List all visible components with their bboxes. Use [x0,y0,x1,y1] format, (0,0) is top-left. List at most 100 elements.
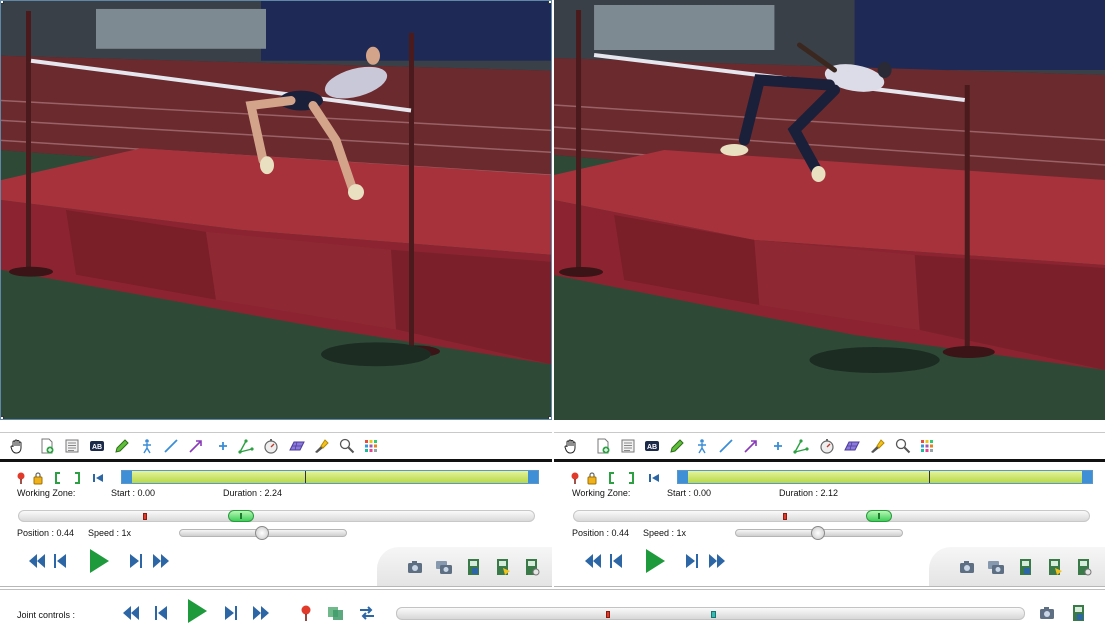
set-marker-pin-icon[interactable] [568,471,582,485]
left-player-controls: Working Zone: Start : 0.00 Duration : 2.… [0,462,552,587]
hand-icon[interactable] [562,437,580,455]
angle-icon[interactable] [792,437,810,455]
sync-marker [143,513,147,520]
last-frame-button[interactable] [152,548,170,574]
sync-marker-pin-icon[interactable] [299,602,313,624]
notes-icon[interactable] [63,437,81,455]
export-paused-video-icon[interactable] [523,558,541,576]
export-slideshow-icon[interactable] [494,558,512,576]
swap-players-icon[interactable] [358,602,376,624]
joint-play-button[interactable] [186,599,208,623]
save-video-icon[interactable] [465,558,483,576]
magnifier-icon[interactable] [338,437,356,455]
working-zone-label: Working Zone: [572,488,631,498]
save-video-icon[interactable] [1017,558,1035,576]
text-label-icon[interactable]: AB [643,437,661,455]
joint-playhead[interactable] [711,611,716,618]
speed-slider[interactable] [179,526,347,540]
text-label-icon[interactable]: AB [88,437,106,455]
human-model-icon[interactable] [693,437,711,455]
frame-handle-bottom-right[interactable] [548,416,551,419]
spotlight-icon[interactable] [312,437,330,455]
sequence-snapshot-icon[interactable] [435,558,453,576]
pencil-icon[interactable] [113,437,131,455]
last-frame-button[interactable] [708,548,726,574]
zone-start-handle[interactable] [122,471,132,483]
working-zone-selector[interactable] [677,470,1093,484]
notes-icon[interactable] [619,437,637,455]
next-frame-button[interactable] [685,548,699,574]
sync-marker [783,513,787,520]
frame-navigation-slider[interactable] [573,510,1090,522]
working-zone-selector[interactable] [121,470,539,484]
line-icon[interactable] [717,437,735,455]
frame-handle-bottom-left[interactable] [1,416,4,419]
sequence-snapshot-icon[interactable] [987,558,1005,576]
joint-save-video-icon[interactable] [1070,602,1088,624]
human-model-icon[interactable] [138,437,156,455]
zone-end-handle[interactable] [1082,471,1092,483]
working-zone-label: Working Zone: [17,488,76,498]
joint-snapshot-camera-icon[interactable] [1038,602,1056,624]
spotlight-icon[interactable] [868,437,886,455]
grid-plane-icon[interactable] [843,437,861,455]
hand-icon[interactable] [8,437,26,455]
export-paused-video-icon[interactable] [1075,558,1093,576]
add-keyframe-icon[interactable] [38,437,56,455]
joint-timeline-slider[interactable] [396,607,1025,620]
first-frame-button[interactable] [28,548,46,574]
color-palette-icon[interactable] [918,437,936,455]
go-to-zone-start-icon[interactable] [647,471,661,485]
set-marker-pin-icon[interactable] [14,471,28,485]
export-slideshow-icon[interactable] [1046,558,1064,576]
playhead-thumb[interactable] [228,510,254,522]
next-frame-button[interactable] [129,548,143,574]
zone-end-handle[interactable] [528,471,538,483]
grid-plane-icon[interactable] [288,437,306,455]
first-frame-button[interactable] [584,548,602,574]
set-end-bracket-icon[interactable] [624,471,638,485]
joint-controls-label: Joint controls : [17,610,76,620]
play-button[interactable] [644,548,666,574]
previous-frame-button[interactable] [53,548,67,574]
play-button[interactable] [88,548,110,574]
left-video-frame[interactable] [0,0,552,420]
right-video-frame[interactable] [554,0,1105,420]
frame-handle-top-left[interactable] [1,1,4,4]
joint-last-frame-button[interactable] [252,602,270,624]
snapshot-camera-icon[interactable] [958,558,976,576]
merge-overlay-icon[interactable] [327,602,345,624]
set-start-bracket-icon[interactable] [51,471,65,485]
chronometer-icon[interactable] [818,437,836,455]
frame-handle-top-right[interactable] [548,1,551,4]
zone-start-handle[interactable] [678,471,688,483]
speed-knob[interactable] [811,526,825,540]
cross-marker-icon[interactable] [214,437,232,455]
magnifier-icon[interactable] [894,437,912,455]
pencil-icon[interactable] [668,437,686,455]
joint-next-frame-button[interactable] [224,602,238,624]
color-palette-icon[interactable] [362,437,380,455]
chronometer-icon[interactable] [262,437,280,455]
previous-frame-button[interactable] [609,548,623,574]
playhead-thumb[interactable] [866,510,892,522]
set-end-bracket-icon[interactable] [70,471,84,485]
line-icon[interactable] [162,437,180,455]
lock-icon[interactable] [585,471,599,485]
zone-current-tick [929,471,930,483]
cross-marker-icon[interactable] [769,437,787,455]
angle-icon[interactable] [237,437,255,455]
speed-slider[interactable] [735,526,903,540]
lock-icon[interactable] [31,471,45,485]
joint-previous-frame-button[interactable] [154,602,168,624]
arrow-icon[interactable] [187,437,205,455]
go-to-zone-start-icon[interactable] [91,471,105,485]
frame-navigation-slider[interactable] [18,510,535,522]
snapshot-camera-icon[interactable] [406,558,424,576]
right-drawing-toolbar: AB [554,432,1105,459]
set-start-bracket-icon[interactable] [605,471,619,485]
arrow-icon[interactable] [742,437,760,455]
speed-knob[interactable] [255,526,269,540]
add-keyframe-icon[interactable] [594,437,612,455]
joint-first-frame-button[interactable] [122,602,140,624]
